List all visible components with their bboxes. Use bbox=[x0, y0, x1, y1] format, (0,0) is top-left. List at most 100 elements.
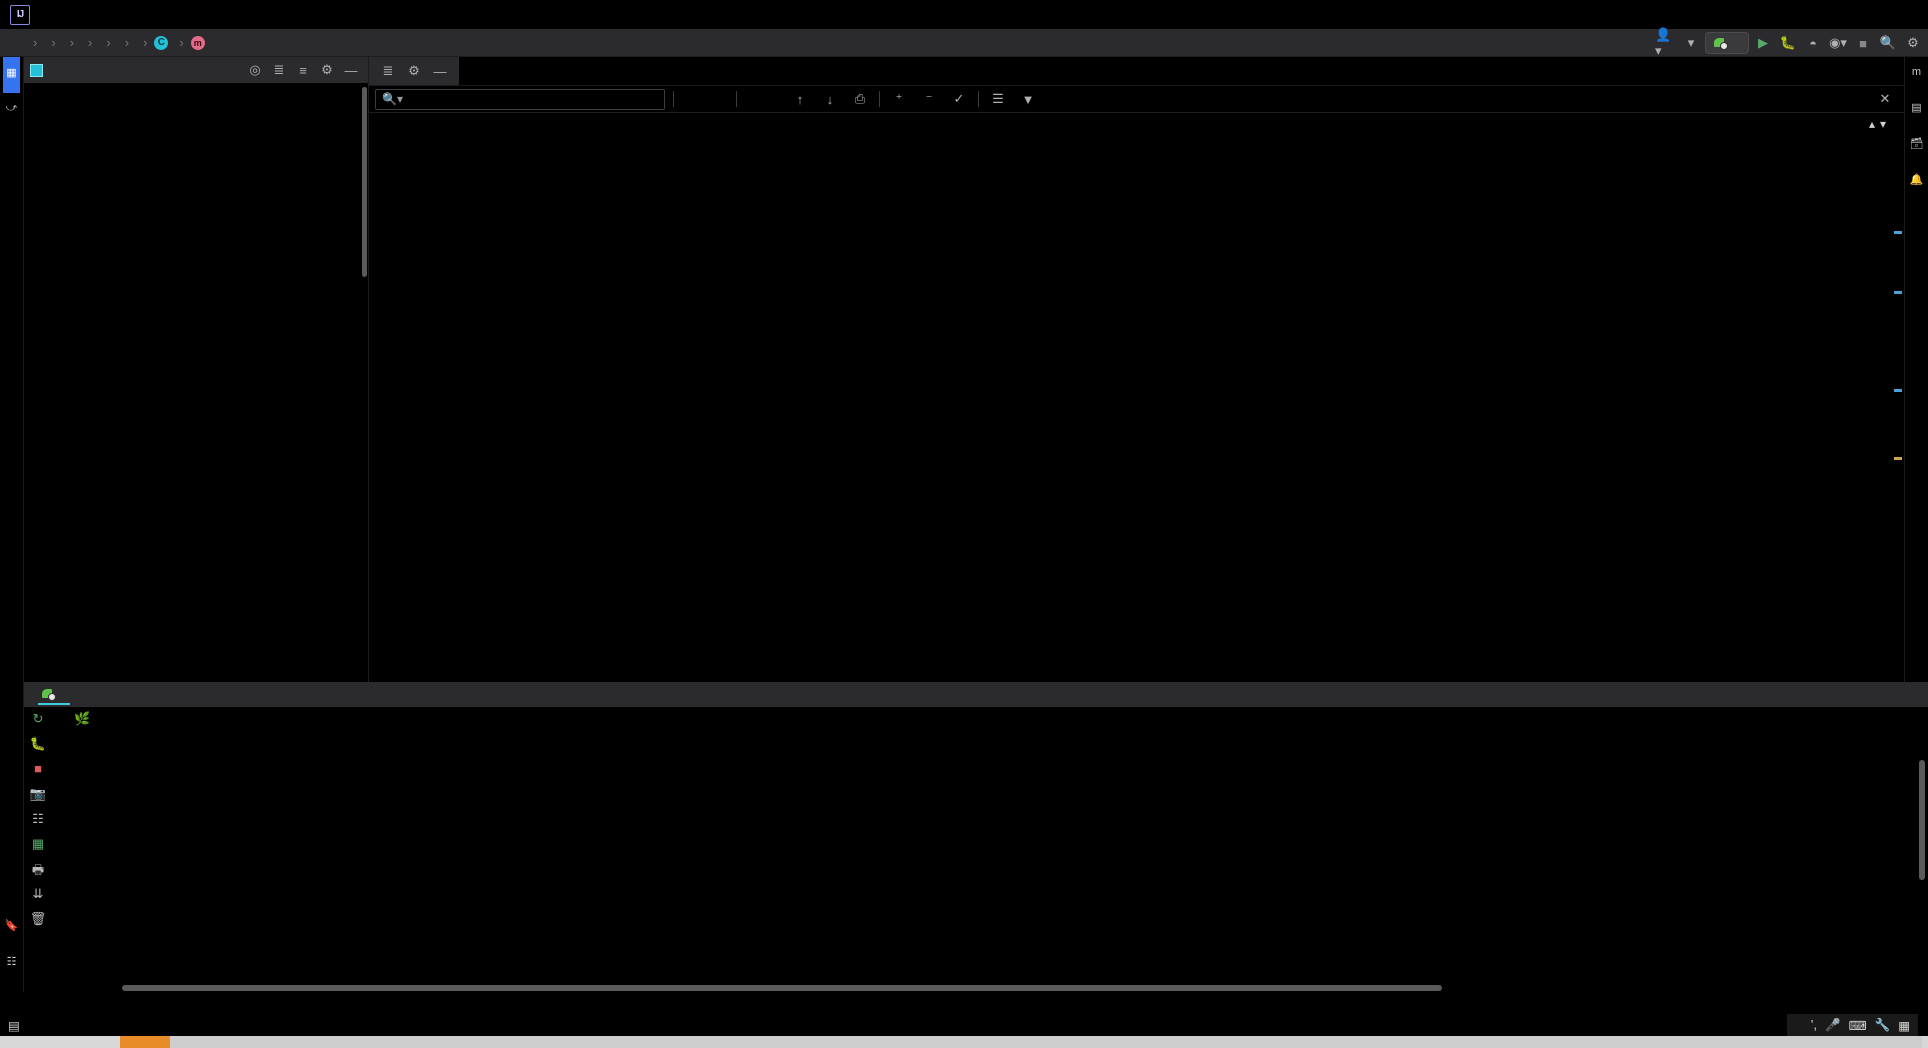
keyboard-icon[interactable]: ⌨ bbox=[1849, 1018, 1867, 1033]
menu-refactor[interactable] bbox=[140, 12, 160, 18]
class-icon: C bbox=[154, 35, 169, 50]
settings-gear-icon[interactable]: ⚙ bbox=[1902, 32, 1924, 54]
project-tool-window: ◎ ≣ ≡ ⚙ — bbox=[24, 57, 369, 682]
sidebar-item-structure[interactable]: ☷ bbox=[4, 946, 20, 982]
right-tool-rail: m ▤ 🗃 🔔 bbox=[1904, 57, 1928, 682]
breadcrumb-item-method[interactable]: m bbox=[190, 35, 209, 50]
menu-window[interactable] bbox=[240, 12, 260, 18]
sidebar-item-pull-requests[interactable]: ⤻ bbox=[3, 93, 21, 129]
divider bbox=[673, 91, 674, 107]
next-match-icon[interactable]: ↓ bbox=[819, 88, 841, 110]
sidebar-item-database[interactable]: 🗃 bbox=[1907, 128, 1927, 164]
hide-run-window-icon[interactable] bbox=[1900, 684, 1922, 706]
gear-icon[interactable]: ⚙ bbox=[403, 60, 425, 82]
debug-rerun-icon[interactable]: 🐛 bbox=[30, 736, 46, 753]
menu-vcs[interactable] bbox=[220, 12, 240, 18]
apps-icon[interactable]: ▦ bbox=[1898, 1018, 1910, 1033]
preview-icon[interactable]: ☰ bbox=[987, 88, 1009, 110]
console-column: 🌿 bbox=[52, 707, 1928, 992]
clear-all-icon[interactable]: 🗑 bbox=[30, 911, 47, 928]
gear-icon[interactable]: ⚙ bbox=[316, 59, 338, 81]
mic-icon[interactable]: 🎤 bbox=[1825, 1018, 1841, 1033]
select-all-occurrences-icon[interactable]: ⎙ bbox=[849, 88, 871, 110]
code-content[interactable] bbox=[441, 113, 1890, 682]
thread-dump-icon[interactable]: ☷ bbox=[32, 811, 44, 828]
sidebar-item-notifications[interactable]: 🔔 bbox=[1907, 164, 1927, 200]
run-window-body: ↻ 🐛 ■ 📷 ☷ ▦ 🖶 ⇊ 🗑 � bbox=[24, 707, 1928, 992]
code-editor[interactable]: ▴ ▾ bbox=[369, 113, 1904, 682]
sidebar-item-big-data-tools[interactable]: ▤ bbox=[1908, 92, 1924, 128]
close-find-bar-icon[interactable]: ✕ bbox=[1874, 88, 1896, 110]
stop-button[interactable]: ■ bbox=[1852, 32, 1874, 54]
sidebar-item-project[interactable]: ▦ bbox=[3, 57, 20, 93]
spring-boot-icon bbox=[1714, 36, 1728, 50]
debug-button[interactable]: 🐛 bbox=[1777, 32, 1799, 54]
sidebar-item-bookmarks[interactable]: 🔖 bbox=[2, 910, 22, 946]
previous-match-icon[interactable]: ↑ bbox=[789, 88, 811, 110]
bottom-tool-bar bbox=[0, 992, 1928, 1014]
export-icon[interactable]: ⇊ bbox=[33, 886, 44, 903]
toolbox-icon[interactable]: 🔧 bbox=[1875, 1018, 1891, 1033]
menu-run[interactable] bbox=[180, 12, 200, 18]
spring-boot-icon bbox=[42, 687, 56, 701]
chevron-up-icon[interactable]: ▴ bbox=[1869, 117, 1875, 131]
menu-help[interactable] bbox=[260, 12, 280, 18]
stripe-mark bbox=[1894, 231, 1902, 234]
sidebar-item-maven[interactable]: m bbox=[1909, 57, 1924, 92]
editor-error-stripe[interactable] bbox=[1890, 113, 1904, 682]
workspace: ◎ ≣ ≡ ⚙ — ≣ ⚙ — 🔍▾ ↑ ↓ ⎙ ⁺ ⁻ ✓ ☰ ▼ ✕ ▴ ▾… bbox=[24, 57, 1928, 992]
run-button[interactable]: ▶ bbox=[1752, 32, 1774, 54]
run-settings-gear-icon[interactable] bbox=[1870, 684, 1892, 706]
profile-button[interactable]: ◉▾ bbox=[1827, 32, 1849, 54]
remove-line-icon[interactable]: ⁻ bbox=[918, 88, 940, 110]
search-everywhere-icon[interactable]: 🔍 bbox=[1877, 32, 1899, 54]
menu-navigate[interactable] bbox=[100, 12, 120, 18]
toggle-lines-icon[interactable]: ✓ bbox=[948, 88, 970, 110]
breadcrumb: › › › › › › › C › m bbox=[0, 35, 209, 50]
menu-view[interactable] bbox=[80, 12, 100, 18]
breadcrumb-item-class[interactable]: C bbox=[154, 35, 172, 50]
search-everywhere-small-icon[interactable]: ▾ bbox=[1680, 32, 1702, 54]
minimize-button[interactable] bbox=[1796, 0, 1840, 29]
expand-icon[interactable]: ≡ bbox=[292, 59, 314, 81]
console-scrollbar[interactable] bbox=[1919, 760, 1925, 880]
add-line-icon[interactable]: ⁺ bbox=[888, 88, 910, 110]
print-icon[interactable]: 🖶 bbox=[32, 861, 44, 878]
inspection-widget[interactable]: ▴ ▾ bbox=[1859, 117, 1886, 131]
memory-icon[interactable]: ▦ bbox=[32, 836, 44, 853]
menu-tools[interactable] bbox=[200, 12, 220, 18]
rerun-icon[interactable]: ↻ bbox=[33, 711, 44, 728]
filter-icon[interactable]: ▼ bbox=[1017, 88, 1039, 110]
menu-file[interactable] bbox=[40, 12, 60, 18]
menu-code[interactable] bbox=[120, 12, 140, 18]
ime-punct-icon[interactable]: ‛, bbox=[1811, 1018, 1817, 1032]
stop-icon[interactable]: ■ bbox=[34, 761, 42, 778]
project-tree-scrollbar[interactable] bbox=[362, 87, 367, 277]
screenshot-icon[interactable]: 📷 bbox=[30, 786, 46, 803]
chevron-down-icon[interactable]: ▾ bbox=[1880, 117, 1886, 131]
run-configuration-selector[interactable] bbox=[1705, 32, 1749, 54]
taskbar-active-app[interactable] bbox=[120, 1036, 170, 1048]
run-with-coverage-button[interactable]: ◓ bbox=[1802, 32, 1824, 54]
user-presence-icon[interactable]: 👤▾ bbox=[1655, 27, 1677, 58]
menu-edit[interactable] bbox=[60, 12, 80, 18]
find-input-wrapper[interactable]: 🔍▾ bbox=[375, 88, 665, 110]
hide-panel-icon[interactable]: — bbox=[340, 59, 362, 81]
collapse-editor-icon[interactable]: ≣ bbox=[377, 60, 399, 82]
tab-actuator[interactable]: 🌿 bbox=[74, 711, 90, 727]
menu-build[interactable] bbox=[160, 12, 180, 18]
intellij-idea-window: IJ › › › › › › › C › m 👤▾ ▾ ▶ 🐛 ◓ ◉▾ ■ 🔍… bbox=[0, 0, 1928, 1048]
hide-editor-icon[interactable]: — bbox=[429, 60, 451, 82]
collapse-all-icon[interactable]: ≣ bbox=[268, 59, 290, 81]
project-tree[interactable] bbox=[24, 83, 368, 682]
maximize-button[interactable] bbox=[1840, 0, 1884, 29]
os-taskbar bbox=[0, 1036, 1928, 1048]
editor-gutter[interactable] bbox=[369, 113, 441, 682]
close-button[interactable] bbox=[1884, 0, 1928, 29]
console-output[interactable] bbox=[52, 730, 1928, 983]
status-bar: ▤ ‛, 🎤 ⌨ 🔧 ▦ bbox=[0, 1014, 1928, 1036]
maven-icon: m bbox=[1911, 66, 1922, 78]
select-opened-file-icon[interactable]: ◎ bbox=[244, 59, 266, 81]
console-horizontal-scrollbar[interactable] bbox=[52, 983, 1928, 992]
run-tab[interactable] bbox=[38, 685, 70, 705]
